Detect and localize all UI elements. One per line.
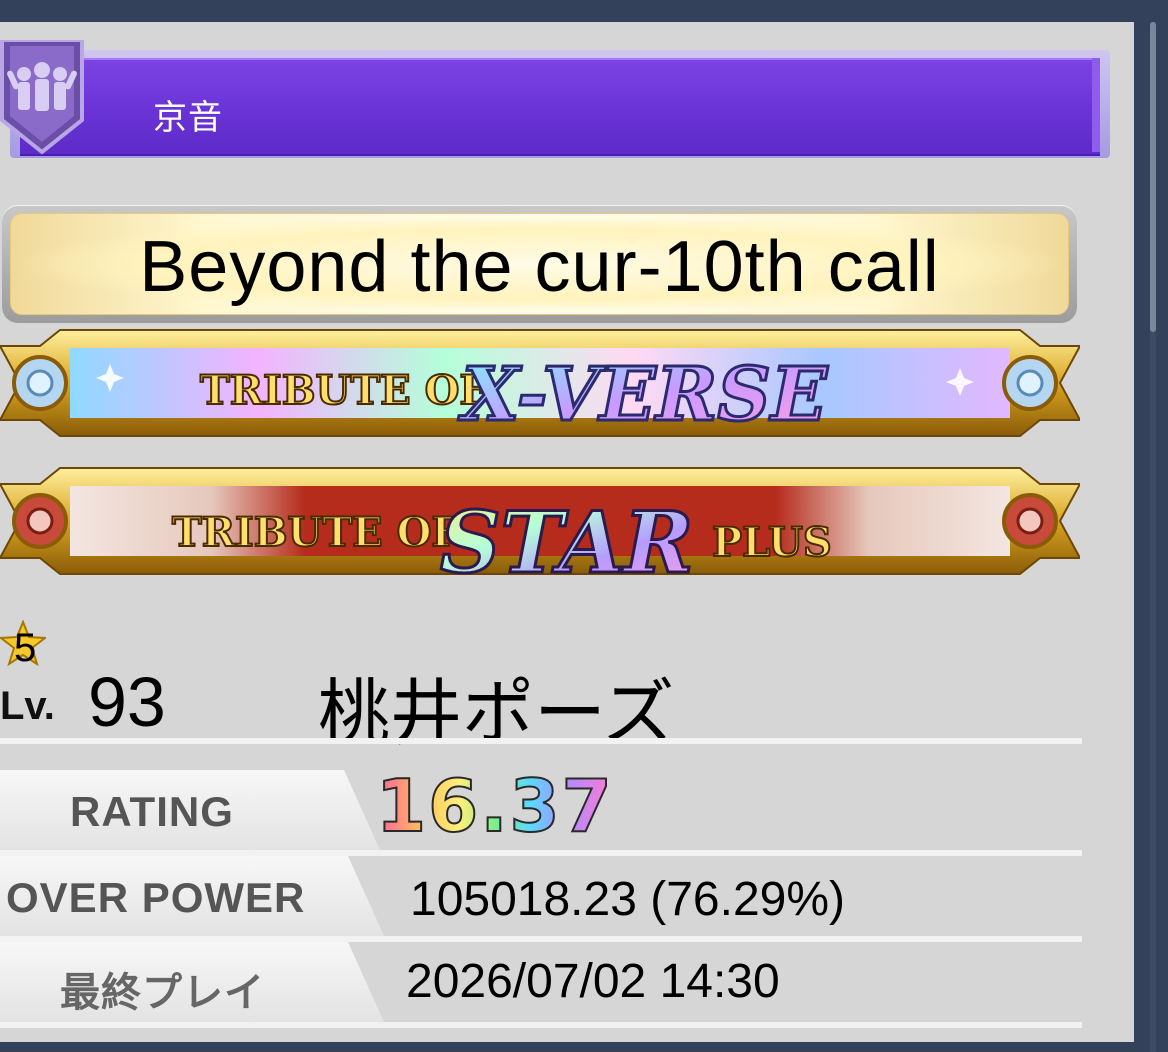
rating-value: 16.37	[375, 763, 614, 849]
honor-title-plate[interactable]: Beyond the cur-10th call	[2, 205, 1077, 323]
divider	[0, 738, 1082, 744]
level-label: Lv.	[0, 684, 55, 728]
rank-number: 5	[14, 626, 37, 670]
team-bar-stripe	[1092, 58, 1100, 152]
last-play-label: 最終プレイ	[60, 970, 265, 1016]
tribute-star-plus-banner[interactable]: TRIBUTE OF STAR PLUS	[0, 462, 1080, 580]
rating-label: RATING	[70, 788, 234, 835]
tribute-xverse-banner[interactable]: TRIBUTE OF X-VERSE	[0, 324, 1080, 442]
over-power-value: 105018.23 (76.29%)	[410, 873, 845, 926]
divider	[0, 1022, 1082, 1028]
scrollbar[interactable]	[1138, 22, 1168, 1052]
team-name: 京音	[153, 98, 223, 138]
player-card: 京音 Beyond the cur-10th call TRIBUTE OF X…	[0, 22, 1134, 1042]
over-power-row: OVER POWER 105018.23 (76.29%)	[0, 856, 1082, 942]
svg-text:X-VERSE: X-VERSE	[458, 352, 829, 438]
svg-text:PLUS: PLUS	[712, 519, 832, 566]
honor-title-inner: Beyond the cur-10th call	[10, 213, 1069, 315]
level-value: 93	[88, 663, 166, 741]
over-power-label: OVER POWER	[6, 874, 306, 921]
svg-text:STAR: STAR	[440, 493, 694, 580]
scroll-track[interactable]	[1150, 22, 1156, 1052]
scroll-thumb[interactable]	[1150, 22, 1156, 332]
tribute-xverse-left-medal	[12, 355, 68, 411]
last-play-value: 2026/07/02 14:30	[406, 955, 780, 1008]
svg-text:TRIBUTE OF: TRIBUTE OF	[172, 509, 460, 556]
svg-text:TRIBUTE OF: TRIBUTE OF	[200, 367, 488, 414]
team-emblem-icon	[0, 38, 92, 170]
honor-title-text: Beyond the cur-10th call	[139, 227, 940, 307]
last-play-row: 最終プレイ 2026/07/02 14:30	[0, 942, 1082, 1028]
